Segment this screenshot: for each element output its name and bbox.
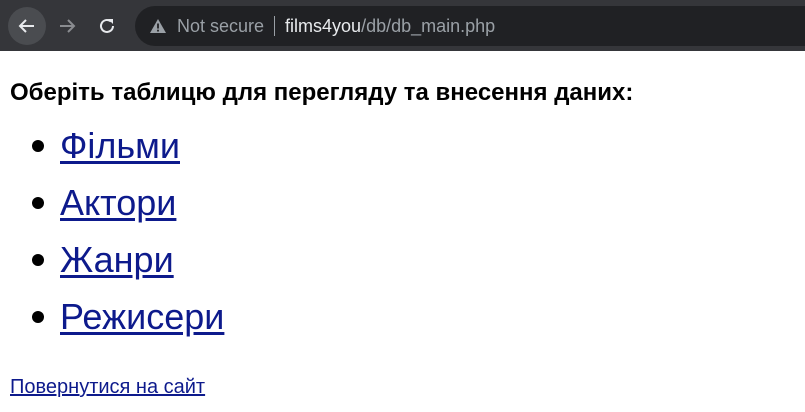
reload-button[interactable] [88, 7, 126, 45]
bullet-icon [32, 196, 44, 209]
reload-icon [100, 18, 114, 33]
list-item: Актори [10, 174, 800, 231]
back-arrow-icon [18, 19, 34, 33]
bullet-icon [32, 310, 44, 323]
list-item: Режисери [10, 288, 800, 345]
url-host: films4you [285, 15, 362, 36]
page-title: Оберіть таблицю для перегляду та внесенн… [10, 79, 634, 106]
security-label[interactable]: Not secure [177, 16, 264, 37]
url-text[interactable]: films4you/db/db_main.php [285, 16, 495, 37]
forward-arrow-icon [60, 19, 76, 33]
browser-toolbar: Not secure films4you/db/db_main.php [0, 0, 805, 51]
address-separator [274, 16, 276, 36]
address-bar[interactable]: Not secure films4you/db/db_main.php [135, 6, 805, 46]
bullet-icon [32, 253, 44, 266]
table-link-list: Фільми Актори Жанри Режисери [10, 117, 800, 345]
warning-icon[interactable] [148, 16, 168, 36]
back-button[interactable] [8, 7, 46, 45]
bullet-icon [32, 139, 44, 152]
list-item: Жанри [10, 231, 800, 288]
directors-link[interactable]: Режисери [60, 296, 224, 338]
genres-link[interactable]: Жанри [60, 239, 174, 281]
forward-button[interactable] [48, 7, 86, 45]
back-to-site-link[interactable]: Повернутися на сайт [10, 376, 205, 399]
url-path: /db/db_main.php [361, 15, 496, 36]
page-content: Оберіть таблицю для перегляду та внесенн… [10, 51, 800, 398]
list-item: Фільми [10, 117, 800, 174]
actors-link[interactable]: Актори [60, 182, 176, 224]
films-link[interactable]: Фільми [60, 125, 180, 167]
